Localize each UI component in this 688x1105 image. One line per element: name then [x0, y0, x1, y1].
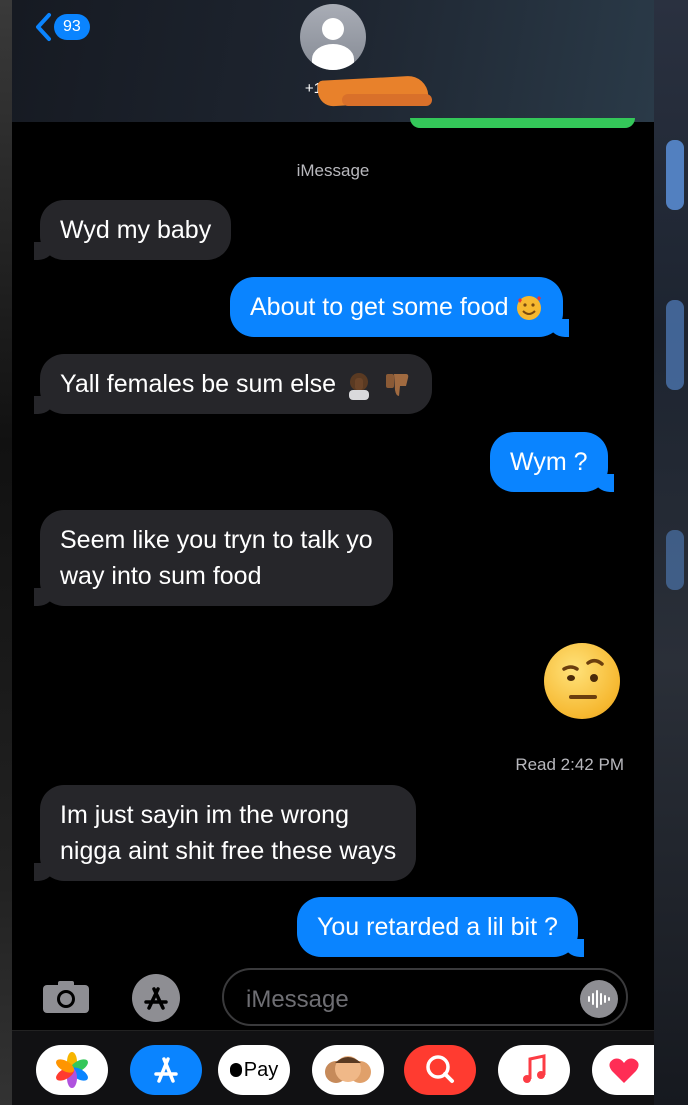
apple-logo-icon: [229, 1063, 242, 1077]
message-text-line: Im just sayin im the wrong: [60, 801, 349, 829]
photos-app-button[interactable]: [36, 1045, 108, 1095]
glare: [666, 140, 684, 210]
redaction-scribble: [342, 94, 432, 106]
app-drawer: Pay: [12, 1030, 654, 1105]
glare: [666, 530, 684, 590]
message-incoming[interactable]: Wyd my baby: [33, 200, 232, 260]
service-label: iMessage: [296, 161, 370, 180]
message-incoming[interactable]: Yall females be sum else: [34, 354, 432, 414]
unread-count-badge: 93: [54, 14, 90, 40]
heart-icon: [609, 1058, 639, 1083]
message-text-line: way into sum food: [60, 562, 262, 590]
app-store-app-button[interactable]: [130, 1045, 202, 1095]
photo-edge-right: [654, 0, 688, 1105]
thumbs-down-icon: [385, 374, 409, 397]
message-incoming[interactable]: Seem like you tryn to talk yo way into s…: [34, 510, 393, 606]
back-button[interactable]: 93: [34, 12, 90, 42]
face-with-raised-eyebrow-icon[interactable]: [544, 643, 620, 719]
chevron-left-icon: [36, 13, 51, 41]
waveform-icon: [588, 990, 610, 1008]
contact-avatar[interactable]: [300, 4, 366, 70]
message-outgoing[interactable]: Wym ?: [490, 432, 614, 492]
message-outgoing[interactable]: About to get some food: [230, 277, 570, 337]
search-icon: [426, 1055, 454, 1083]
compose-bar: iMessage: [12, 962, 654, 1028]
app-store-icon: [154, 1057, 178, 1083]
message-incoming[interactable]: Im just sayin im the wrong nigga aint sh…: [33, 785, 417, 881]
message-text: About to get some food: [250, 293, 509, 321]
message-text-line: Seem like you tryn to talk yo: [60, 526, 373, 554]
music-note-icon: [523, 1054, 546, 1083]
message-text: Wym ?: [510, 448, 588, 476]
app-store-button[interactable]: [132, 974, 180, 1022]
photos-icon: [56, 1052, 88, 1088]
glare: [666, 300, 684, 390]
apple-pay-button[interactable]: Pay: [218, 1045, 290, 1095]
digital-touch-app-button[interactable]: [592, 1045, 654, 1095]
memoji-app-button[interactable]: [312, 1045, 384, 1095]
previous-bubble-sliver: [410, 118, 635, 128]
read-receipt: Read 2:42 PM: [515, 755, 624, 774]
message-input[interactable]: iMessage: [222, 968, 628, 1026]
message-text: Wyd my baby: [60, 216, 212, 244]
message-text: Yall females be sum else: [60, 370, 337, 398]
message-input-placeholder: iMessage: [246, 986, 349, 1013]
facepalm-icon: [349, 373, 370, 401]
messages-screen: 93 +1 (414) iMessage Wyd my baby About t…: [12, 0, 654, 1105]
memoji-icon: [325, 1056, 371, 1083]
message-text-line: nigga aint shit free these ways: [60, 837, 397, 865]
audio-message-button[interactable]: [580, 980, 618, 1018]
message-text: You retarded a lil bit ?: [317, 913, 558, 941]
photo-edge-left: [0, 0, 12, 1105]
conversation-header: 93 +1 (414): [12, 0, 654, 128]
app-store-icon: [144, 987, 168, 1010]
message-outgoing[interactable]: You retarded a lil bit ?: [297, 897, 584, 957]
image-search-app-button[interactable]: [404, 1045, 476, 1095]
smiling-face-with-hearts-icon: [517, 296, 542, 321]
apple-pay-label: Pay: [243, 1058, 279, 1081]
camera-icon[interactable]: [42, 980, 90, 1014]
music-app-button[interactable]: [498, 1045, 570, 1095]
